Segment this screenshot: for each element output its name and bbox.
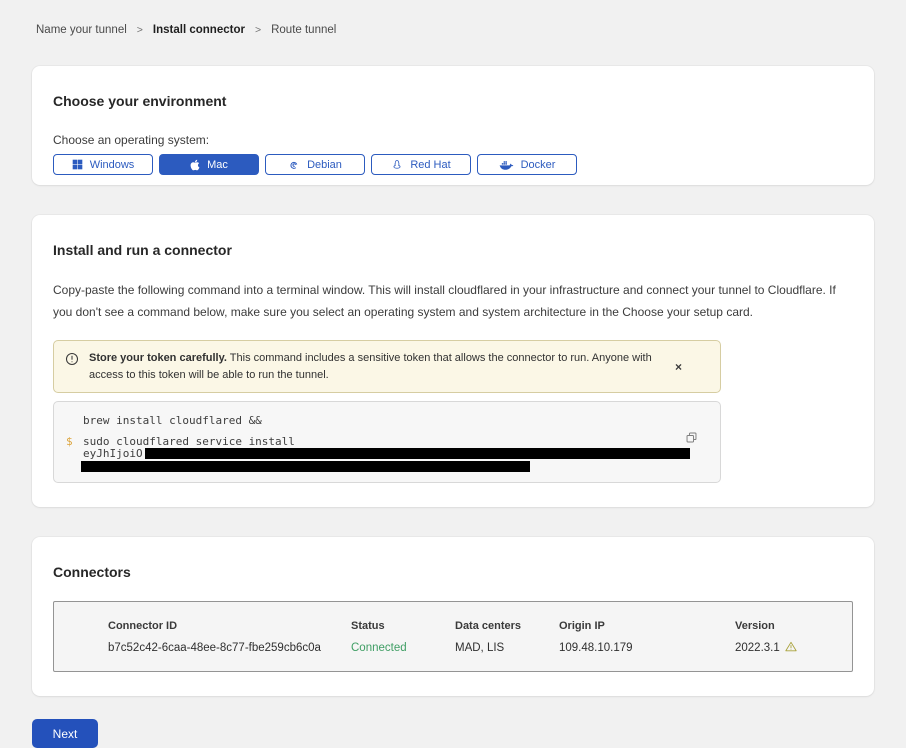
- code-text: brew install cloudflared &&: [83, 415, 262, 427]
- os-button-docker[interactable]: Docker: [477, 154, 577, 175]
- version-value: 2022.3.1: [735, 642, 780, 654]
- os-button-debian[interactable]: Debian: [265, 154, 365, 175]
- code-line-service-install: $ sudo cloudflared service install: [66, 436, 708, 448]
- environment-card-title: Choose your environment: [53, 93, 853, 109]
- cell-version: 2022.3.1: [735, 641, 842, 655]
- breadcrumb-separator: >: [255, 24, 261, 36]
- connectors-table-header: Connector ID Status Data centers Origin …: [108, 620, 842, 641]
- shell-prompt: $: [66, 436, 83, 448]
- code-line-token-2: [66, 460, 708, 472]
- environment-card: Choose your environment Choose an operat…: [32, 66, 874, 185]
- windows-icon: [72, 159, 83, 170]
- prompt-spacer: [66, 448, 83, 460]
- install-command-codeblock[interactable]: brew install cloudflared && $ sudo cloud…: [53, 401, 721, 483]
- token-warning-text: Store your token carefully. This command…: [89, 350, 655, 383]
- breadcrumb: Name your tunnel > Install connector > R…: [32, 0, 874, 36]
- os-button-label: Red Hat: [410, 159, 450, 171]
- connectors-card-title: Connectors: [53, 564, 853, 580]
- os-button-mac[interactable]: Mac: [159, 154, 259, 175]
- breadcrumb-separator: >: [137, 24, 143, 36]
- cell-data-centers: MAD, LIS: [455, 642, 559, 654]
- breadcrumb-name-your-tunnel[interactable]: Name your tunnel: [36, 24, 127, 36]
- table-row: b7c52c42-6caa-48ee-8c77-fbe259cb6c0a Con…: [108, 641, 842, 655]
- os-button-group: Windows Mac Debian Red Hat: [53, 154, 853, 175]
- next-button[interactable]: Next: [32, 719, 98, 748]
- install-description: Copy-paste the following command into a …: [53, 280, 853, 323]
- tunnel-setup-page: Name your tunnel > Install connector > R…: [0, 0, 906, 748]
- install-connector-card: Install and run a connector Copy-paste t…: [32, 215, 874, 507]
- os-button-label: Debian: [307, 159, 342, 171]
- os-button-label: Mac: [207, 159, 228, 171]
- col-header-data-centers: Data centers: [455, 620, 559, 632]
- copy-icon[interactable]: [685, 431, 698, 447]
- redhat-icon: [391, 159, 403, 171]
- token-prefix: eyJhIjoiO: [83, 448, 143, 460]
- col-header-origin-ip: Origin IP: [559, 620, 735, 632]
- warning-triangle-icon: [785, 641, 797, 655]
- docker-whale-icon: [499, 159, 514, 171]
- debian-swirl-icon: [288, 159, 300, 171]
- os-button-windows[interactable]: Windows: [53, 154, 153, 175]
- cell-origin-ip: 109.48.10.179: [559, 642, 735, 654]
- breadcrumb-install-connector[interactable]: Install connector: [153, 24, 245, 36]
- os-button-redhat[interactable]: Red Hat: [371, 154, 471, 175]
- apple-icon: [190, 159, 200, 171]
- os-select-label: Choose an operating system:: [53, 133, 853, 147]
- token-warning-banner: Store your token carefully. This command…: [53, 340, 721, 393]
- breadcrumb-route-tunnel[interactable]: Route tunnel: [271, 24, 336, 36]
- status-badge: Connected: [351, 642, 455, 654]
- col-header-connector-id: Connector ID: [108, 620, 351, 632]
- os-button-label: Docker: [521, 159, 556, 171]
- col-header-version: Version: [735, 620, 842, 632]
- prompt-spacer: [66, 415, 83, 427]
- cell-connector-id: b7c52c42-6caa-48ee-8c77-fbe259cb6c0a: [108, 642, 351, 654]
- col-header-status: Status: [351, 620, 455, 632]
- close-icon[interactable]: ×: [673, 360, 684, 374]
- redacted-token-bar: [145, 448, 690, 459]
- install-card-title: Install and run a connector: [53, 242, 853, 258]
- redacted-token-bar: [81, 461, 530, 472]
- connectors-table: Connector ID Status Data centers Origin …: [53, 601, 853, 672]
- code-line-brew: brew install cloudflared &&: [66, 415, 708, 427]
- token-warning-bold: Store your token carefully.: [89, 352, 227, 364]
- code-line-token: eyJhIjoiO: [66, 448, 708, 460]
- connectors-card: Connectors Connector ID Status Data cent…: [32, 537, 874, 696]
- os-button-label: Windows: [90, 159, 135, 171]
- alert-circle-icon: [65, 352, 79, 372]
